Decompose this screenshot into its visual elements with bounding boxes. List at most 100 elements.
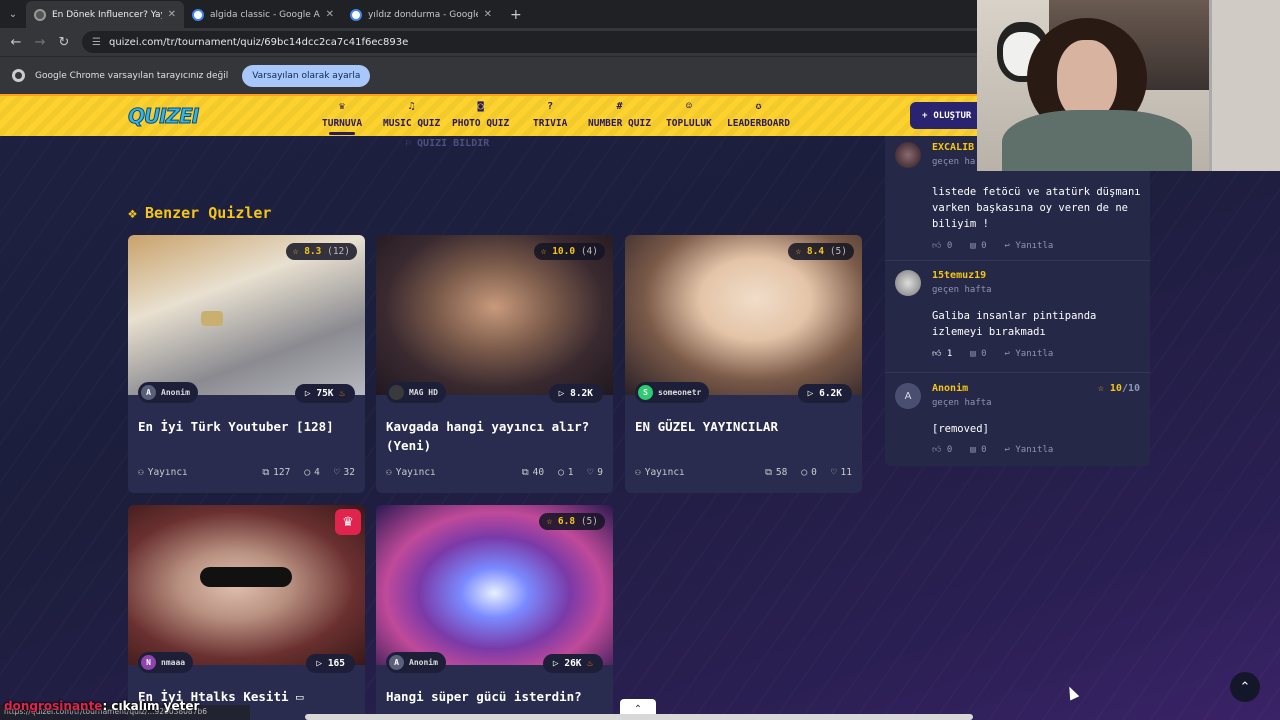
rating-value: 6.8 <box>557 516 576 527</box>
rating-value: 8.3 <box>304 246 322 257</box>
browser-tab-2[interactable]: algida classic - Google Alışveriş ✕ <box>184 1 342 28</box>
reply-arrow-icon: ↩ <box>1004 241 1010 251</box>
quiz-meta: ⚇ Yayıncı ⧉ 127 ◯ 4 ♡ 32 <box>128 461 365 488</box>
nav-topluluk[interactable]: ☺ TOPLULUK <box>666 100 712 129</box>
quizei-logo[interactable]: QUIZEI <box>127 104 199 129</box>
author-chip[interactable]: A Anonim <box>138 382 198 403</box>
play-value: 75K <box>316 388 334 399</box>
people-icon: ☺ <box>685 101 692 112</box>
rating-badge: ☆ 8.4 (5) <box>788 243 854 260</box>
like-count[interactable]: ♡ 32 <box>334 467 355 478</box>
quiz-card[interactable]: ☆ 6.8 (5) A Anonim ▷ 26K ♨ Hangi süper gü… <box>376 505 613 720</box>
category[interactable]: ⚇ Yayıncı <box>635 467 751 478</box>
play-count: ▷ 6.2K <box>797 384 852 403</box>
people-icon: ⚇ <box>635 467 641 478</box>
tab-search-icon[interactable]: ⌄ <box>0 0 26 28</box>
avatar[interactable] <box>895 270 921 296</box>
quiz-thumbnail: ♛ Nnmaaa ▷ 165 <box>128 505 365 673</box>
author-chip[interactable]: Ssomeonetr <box>635 382 710 403</box>
fire-icon: ♨ <box>587 658 593 669</box>
reply-button[interactable]: ↩ Yanıtla <box>1005 445 1054 455</box>
similar-quizzes-heading: ❖ Benzer Quizler <box>128 204 271 222</box>
scroll-to-top-button[interactable]: ⌃ <box>1230 672 1260 702</box>
tab-close-icon[interactable]: ✕ <box>484 9 492 20</box>
forward-arrow-icon[interactable]: → <box>28 35 52 50</box>
report-quiz-link[interactable]: ⚐ QUIZI BILDIR <box>405 138 489 149</box>
comment-score: ☆ 10/10 <box>1098 383 1140 394</box>
nav-label: MUSIC QUIZ <box>383 118 441 129</box>
tab-title: En Dönek Influencer? Yayıncılar <box>52 9 162 20</box>
chrome-logo-icon <box>12 69 25 82</box>
avatar[interactable] <box>895 142 921 168</box>
tab-close-icon[interactable]: ✕ <box>168 9 176 20</box>
quiz-title[interactable]: EN GÜZEL YAYINCILAR <box>625 395 862 461</box>
replies-button[interactable]: ▤ 0 <box>970 349 986 359</box>
author-chip[interactable]: Nnmaaa <box>138 652 194 673</box>
nav-label: TOPLULUK <box>666 118 712 129</box>
site-info-icon[interactable]: ☰ <box>92 37 101 48</box>
item-count: ⧉ 40 <box>522 467 544 478</box>
horizontal-scrollbar[interactable] <box>305 714 973 720</box>
nav-turnuva[interactable]: ♛ TURNUVA <box>322 100 362 135</box>
comment-text: listede fetöcü ve atatürk düşmanı varken… <box>932 186 1141 230</box>
plus-icon: + <box>922 110 928 121</box>
quiz-title[interactable]: En İyi Türk Youtuber [128] <box>128 395 365 461</box>
hash-icon: # <box>616 101 623 112</box>
set-default-button[interactable]: Varsayılan olarak ayarla <box>242 64 371 87</box>
avatar: A <box>141 385 156 400</box>
nav-leaderboard[interactable]: ✪ LEADERBOARD <box>727 100 790 129</box>
like-button[interactable]: 👍︎ 0 <box>932 241 952 251</box>
avatar: N <box>141 655 156 670</box>
reply-button[interactable]: ↩ Yanıtla <box>1005 349 1054 359</box>
nav-label: TURNUVA <box>322 118 363 129</box>
reload-icon[interactable]: ↻ <box>52 35 76 50</box>
streamer-sweater <box>1002 110 1192 171</box>
quiz-card[interactable]: ☆ 8.4 (5) Ssomeonetr ▷ 6.2K EN GÜZEL YAY… <box>625 235 862 493</box>
like-button[interactable]: 👍︎ 1 <box>932 349 952 359</box>
author-chip[interactable]: MAG HD <box>386 382 446 403</box>
browser-tab-3[interactable]: yıldız dondurma - Google'da Ara ✕ <box>342 1 500 28</box>
nav-trivia[interactable]: ? TRIVIA <box>533 100 567 129</box>
avatar[interactable]: A <box>895 383 921 409</box>
author-name: Anonim <box>161 388 190 397</box>
award-icon: ✪ <box>755 101 762 112</box>
score-max: /10 <box>1121 383 1140 394</box>
images-icon: ⧉ <box>765 467 772 478</box>
play-count: ▷ 26K ♨ <box>542 654 603 673</box>
tab-close-icon[interactable]: ✕ <box>326 9 334 20</box>
new-tab-icon[interactable]: + <box>500 1 532 28</box>
comment-icon: ◯ <box>558 467 564 478</box>
author-chip[interactable]: A Anonim <box>386 652 446 673</box>
heart-icon: ♡ <box>333 467 340 478</box>
like-count[interactable]: ♡ 9 <box>588 467 603 478</box>
quiz-card[interactable]: ☆ 8.3 (12) A Anonim ▷ 75K ♨ En İyi Türk Y… <box>128 235 365 493</box>
back-arrow-icon[interactable]: ← <box>4 35 28 50</box>
play-icon: ▷ <box>558 388 565 399</box>
replies-button[interactable]: ▤ 0 <box>970 241 986 251</box>
reply-count: 0 <box>981 349 987 359</box>
comment-count: ◯ 1 <box>558 467 573 478</box>
browser-tab-1[interactable]: En Dönek Influencer? Yayıncılar ✕ <box>26 1 184 28</box>
score-value: 10 <box>1109 383 1122 394</box>
comment-username[interactable]: 15temuz19 <box>932 270 986 281</box>
nav-music-quiz[interactable]: ♫ MUSIC QUIZ <box>383 100 440 129</box>
quiz-title[interactable]: Kavgada hangi yayıncı alır? (Yeni) <box>376 395 613 461</box>
category[interactable]: ⚇ Yayıncı <box>138 467 248 478</box>
reply-label: Yanıtla <box>1015 445 1054 455</box>
comment-username[interactable]: EXCALIB <box>932 142 974 153</box>
quiz-card[interactable]: ♛ Nnmaaa ▷ 165 En İyi Htalks Kesiti ▭ <box>128 505 365 720</box>
nav-photo-quiz[interactable]: ◙ PHOTO QUIZ <box>452 100 509 129</box>
nav-number-quiz[interactable]: # NUMBER QUIZ <box>588 100 651 129</box>
author-name: MAG HD <box>409 388 438 397</box>
comment-username[interactable]: Anonim <box>932 383 968 394</box>
door-frame <box>1209 0 1280 171</box>
comments-panel: EXCALIB geçen ha listede fetöcü ve atatü… <box>885 136 1150 466</box>
quiz-card[interactable]: ☆ 10.0 (4) MAG HD ▷ 8.2K Kavgada hangi y… <box>376 235 613 493</box>
reply-button[interactable]: ↩ Yanıtla <box>1005 241 1054 251</box>
video-icon: ▭ <box>296 689 304 704</box>
category[interactable]: ⚇ Yayıncı <box>386 467 508 478</box>
like-count[interactable]: ♡ 11 <box>831 467 852 478</box>
quiz-title[interactable]: Hangi süper gücü isterdin? <box>376 665 613 720</box>
replies-button[interactable]: ▤ 0 <box>970 445 986 455</box>
like-button[interactable]: 👍︎ 0 <box>932 445 952 455</box>
